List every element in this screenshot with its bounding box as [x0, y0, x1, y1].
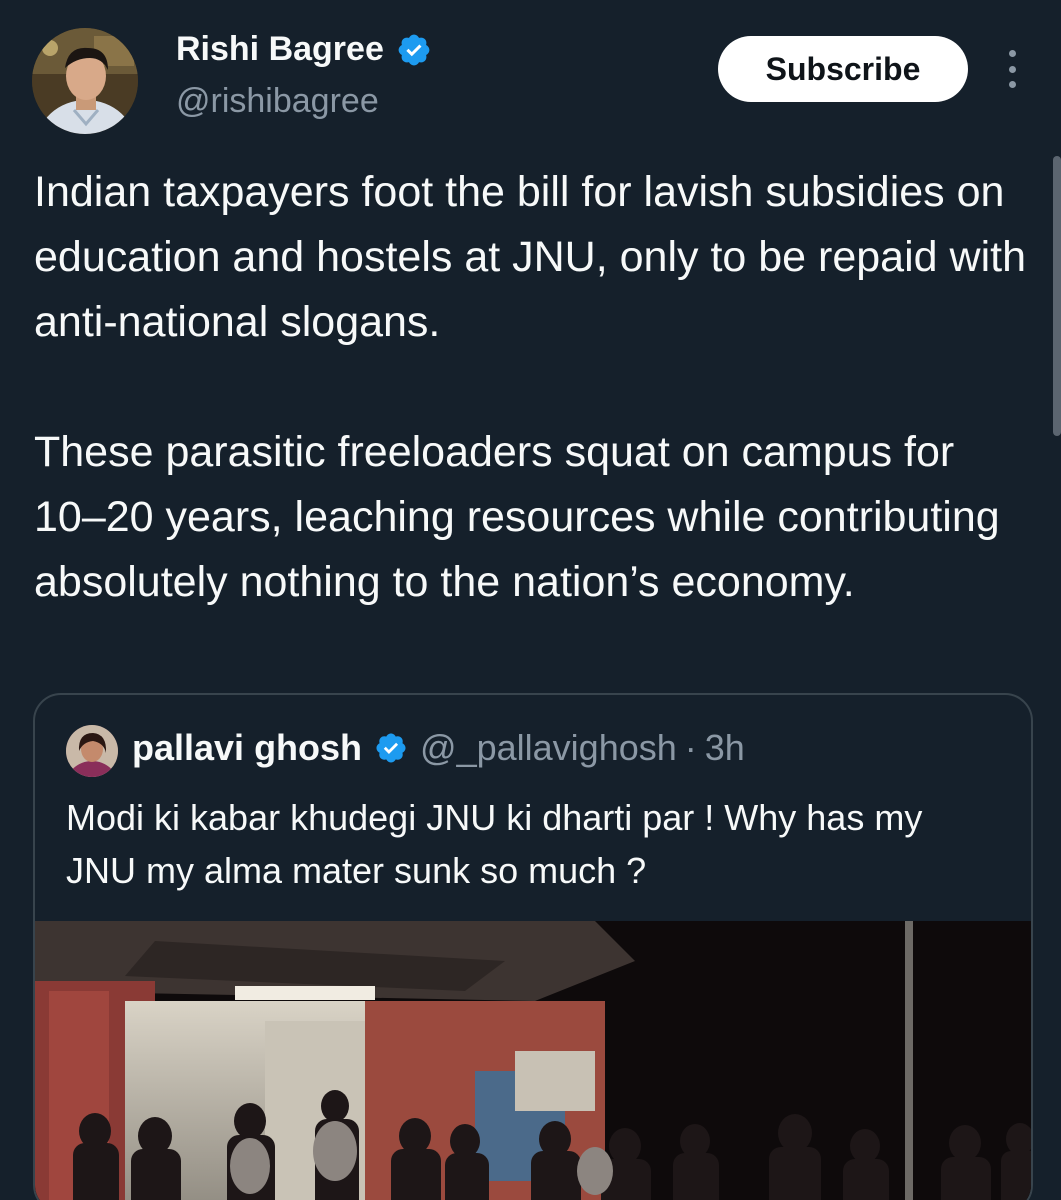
more-dot — [1008, 50, 1016, 57]
author-name[interactable]: Rishi Bagree — [176, 30, 384, 69]
more-options-icon[interactable] — [998, 46, 1026, 92]
quoted-timestamp[interactable]: 3h — [705, 727, 745, 769]
quoted-author-avatar-image — [66, 725, 118, 777]
quoted-author-handle[interactable]: @_pallavighosh — [420, 727, 677, 769]
quoted-tweet-media[interactable] — [35, 921, 1031, 1200]
tweet-text: Indian taxpayers foot the bill for lavis… — [34, 168, 1026, 606]
verified-badge-icon — [398, 34, 430, 65]
scrollbar[interactable] — [1053, 156, 1061, 436]
quoted-tweet-card[interactable]: pallavi ghosh @_pallavighosh · 3h Modi k… — [33, 693, 1033, 1200]
subscribe-button[interactable]: Subscribe — [718, 36, 968, 102]
more-dot — [1008, 65, 1016, 73]
tweet-screen: Rishi Bagree @rishibagree Subscribe Indi… — [0, 0, 1061, 1200]
quoted-verified-badge-icon — [376, 733, 406, 763]
quoted-author-name[interactable]: pallavi ghosh — [132, 727, 362, 769]
quoted-tweet-text: Modi ki kabar khudegi JNU ki dharti par … — [66, 797, 923, 891]
quoted-separator: · — [684, 727, 697, 768]
more-dot — [1008, 81, 1016, 88]
author-handle[interactable]: @rishibagree — [176, 82, 379, 121]
author-name-row[interactable]: Rishi Bagree — [176, 30, 432, 69]
quoted-header: pallavi ghosh @_pallavighosh · 3h — [132, 727, 745, 769]
author-avatar[interactable] — [32, 28, 138, 134]
night-campus-protest-image — [35, 921, 1031, 1200]
quoted-author-avatar[interactable] — [66, 725, 118, 777]
author-avatar-image — [32, 28, 138, 134]
